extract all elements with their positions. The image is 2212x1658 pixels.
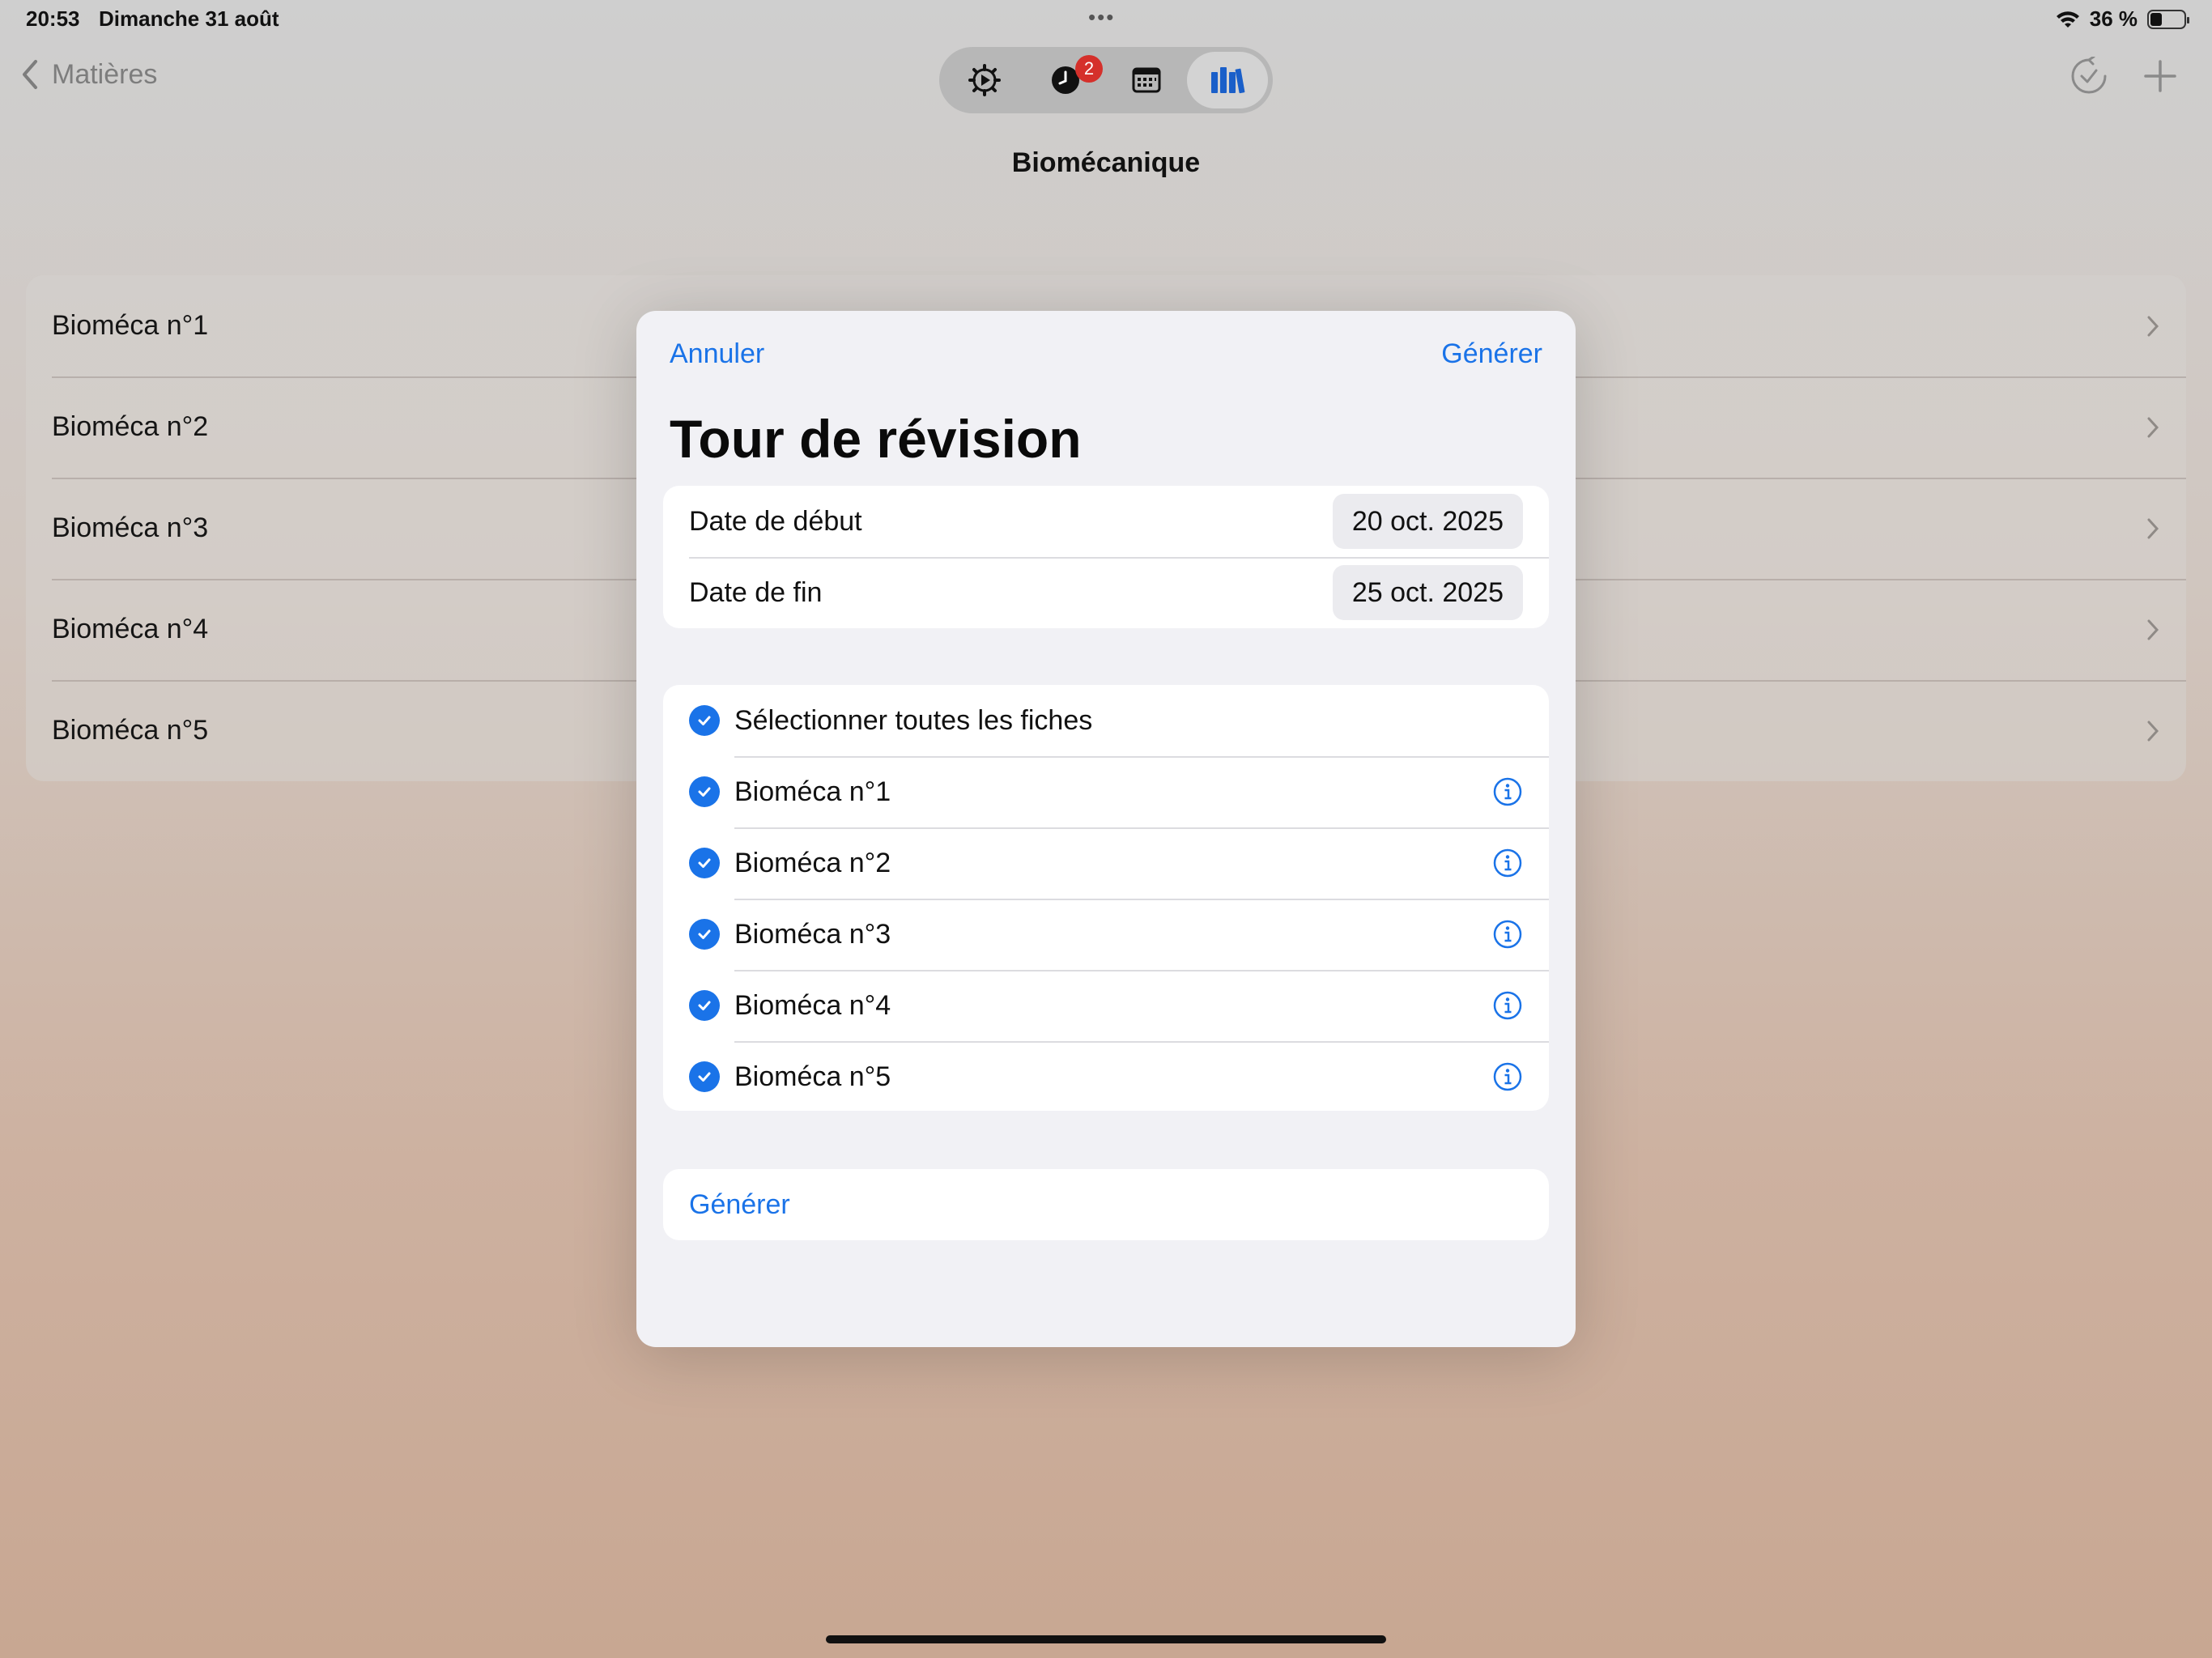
chevron-right-icon xyxy=(2147,518,2159,538)
sheet-row[interactable]: Bioméca n°3 xyxy=(663,899,1549,970)
battery-percent: 36 % xyxy=(2089,6,2138,31)
sheet-label: Bioméca n°3 xyxy=(734,918,891,950)
back-label: Matières xyxy=(52,58,158,90)
start-date-label: Date de début xyxy=(689,505,862,537)
sheet-row[interactable]: Bioméca n°4 xyxy=(663,970,1549,1041)
list-item-label: Bioméca n°5 xyxy=(52,715,209,746)
status-time: 20:53 xyxy=(26,6,80,31)
sheet-label: Bioméca n°4 xyxy=(734,989,891,1021)
info-icon[interactable] xyxy=(1492,990,1523,1021)
chevron-right-icon xyxy=(2147,417,2159,437)
info-icon[interactable] xyxy=(1492,776,1523,807)
checkmark-circle-icon[interactable] xyxy=(689,776,720,807)
settings-play-icon xyxy=(968,64,1001,96)
sheet-label: Bioméca n°5 xyxy=(734,1061,891,1092)
wifi-icon xyxy=(2056,11,2079,28)
chevron-right-icon xyxy=(2147,619,2159,640)
list-item-label: Bioméca n°3 xyxy=(52,512,209,543)
checkmark-circle-icon[interactable] xyxy=(689,705,720,736)
segment-calendar[interactable] xyxy=(1106,52,1187,108)
info-icon[interactable] xyxy=(1492,848,1523,878)
revision-tour-sheet: Annuler Générer Tour de révision Date de… xyxy=(636,311,1576,1347)
chevron-right-icon xyxy=(2147,721,2159,741)
sheet-selection-group: Sélectionner toutes les fiches Bioméca n… xyxy=(663,685,1549,1111)
segment-history[interactable]: 2 xyxy=(1025,52,1106,108)
battery-level-fill xyxy=(2150,12,2162,26)
status-date: Dimanche 31 août xyxy=(99,6,279,31)
segment-settings[interactable] xyxy=(944,52,1025,108)
chevron-right-icon xyxy=(2147,316,2159,336)
library-icon xyxy=(1211,67,1245,94)
generate-button-bottom[interactable]: Générer xyxy=(689,1189,790,1221)
sheet-label: Bioméca n°2 xyxy=(734,847,891,878)
chevron-left-icon xyxy=(23,60,37,89)
sheet-label: Bioméca n°1 xyxy=(734,776,891,807)
battery-icon xyxy=(2147,9,2189,29)
end-date-picker[interactable]: 25 oct. 2025 xyxy=(1332,565,1523,620)
back-button[interactable]: Matières xyxy=(19,58,157,91)
start-date-row: Date de début 20 oct. 2025 xyxy=(663,486,1549,557)
view-switcher[interactable]: 2 xyxy=(939,47,1273,113)
list-item-label: Bioméca n°4 xyxy=(52,614,209,644)
status-indicators: 36 % xyxy=(2056,6,2189,32)
list-item-label: Bioméca n°1 xyxy=(52,310,209,341)
notification-badge: 2 xyxy=(1075,55,1103,83)
home-indicator[interactable] xyxy=(826,1635,1386,1643)
checkmark-circle-icon[interactable] xyxy=(689,919,720,950)
info-icon[interactable] xyxy=(1492,1061,1523,1092)
sheet-row[interactable]: Bioméca n°1 xyxy=(663,756,1549,827)
generate-button-top[interactable]: Générer xyxy=(1441,338,1542,370)
generate-group[interactable]: Générer xyxy=(663,1169,1549,1240)
end-date-row: Date de fin 25 oct. 2025 xyxy=(663,557,1549,628)
info-icon[interactable] xyxy=(1492,919,1523,950)
checkmark-circle-icon[interactable] xyxy=(689,848,720,878)
sheet-row[interactable]: Bioméca n°2 xyxy=(663,827,1549,899)
plus-icon[interactable] xyxy=(2141,57,2180,96)
sheet-row[interactable]: Bioméca n°5 xyxy=(663,1041,1549,1112)
select-all-label: Sélectionner toutes les fiches xyxy=(734,704,1093,736)
multitasking-dots[interactable]: ••• xyxy=(1088,5,1115,30)
sheet-title: Tour de révision xyxy=(670,409,1082,469)
checkmark-circle-icon[interactable] xyxy=(689,990,720,1021)
cancel-button[interactable]: Annuler xyxy=(670,338,764,370)
calendar-icon xyxy=(1132,67,1161,93)
end-date-label: Date de fin xyxy=(689,576,823,608)
date-range-group: Date de début 20 oct. 2025 Date de fin 2… xyxy=(663,486,1549,628)
start-date-picker[interactable]: 20 oct. 2025 xyxy=(1332,494,1523,549)
nav-actions xyxy=(2069,57,2180,96)
segment-library[interactable] xyxy=(1187,52,1268,108)
revision-check-icon[interactable] xyxy=(2069,57,2108,96)
checkmark-circle-icon[interactable] xyxy=(689,1061,720,1092)
select-all-row[interactable]: Sélectionner toutes les fiches xyxy=(663,685,1549,756)
list-item-label: Bioméca n°2 xyxy=(52,411,209,442)
page-title: Biomécanique xyxy=(1011,147,1201,178)
status-bar: 20:53 Dimanche 31 août ••• 36 % xyxy=(0,0,2212,39)
